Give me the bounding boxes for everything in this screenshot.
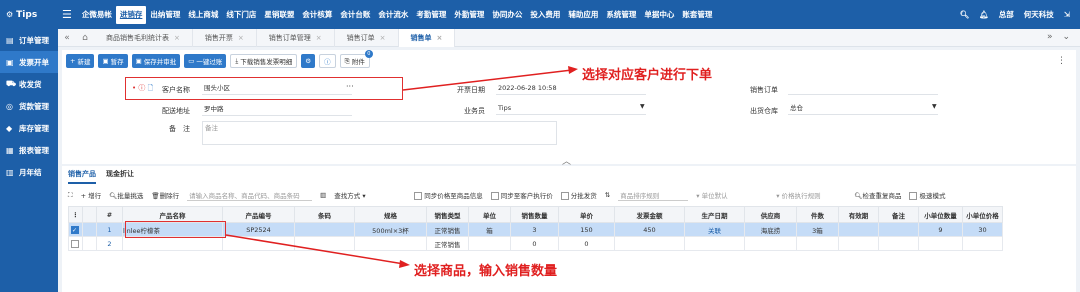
- customer-arrow-line: [402, 69, 573, 91]
- product-arrow-head: [399, 260, 410, 268]
- product-callout: 选择商品，输入销售数量: [414, 264, 558, 279]
- customer-callout: 选择对应客户进行下单: [582, 68, 713, 83]
- product-arrow-line: [225, 234, 405, 265]
- annotation-arrows: [225, 66, 578, 268]
- customer-arrow-head: [568, 66, 578, 74]
